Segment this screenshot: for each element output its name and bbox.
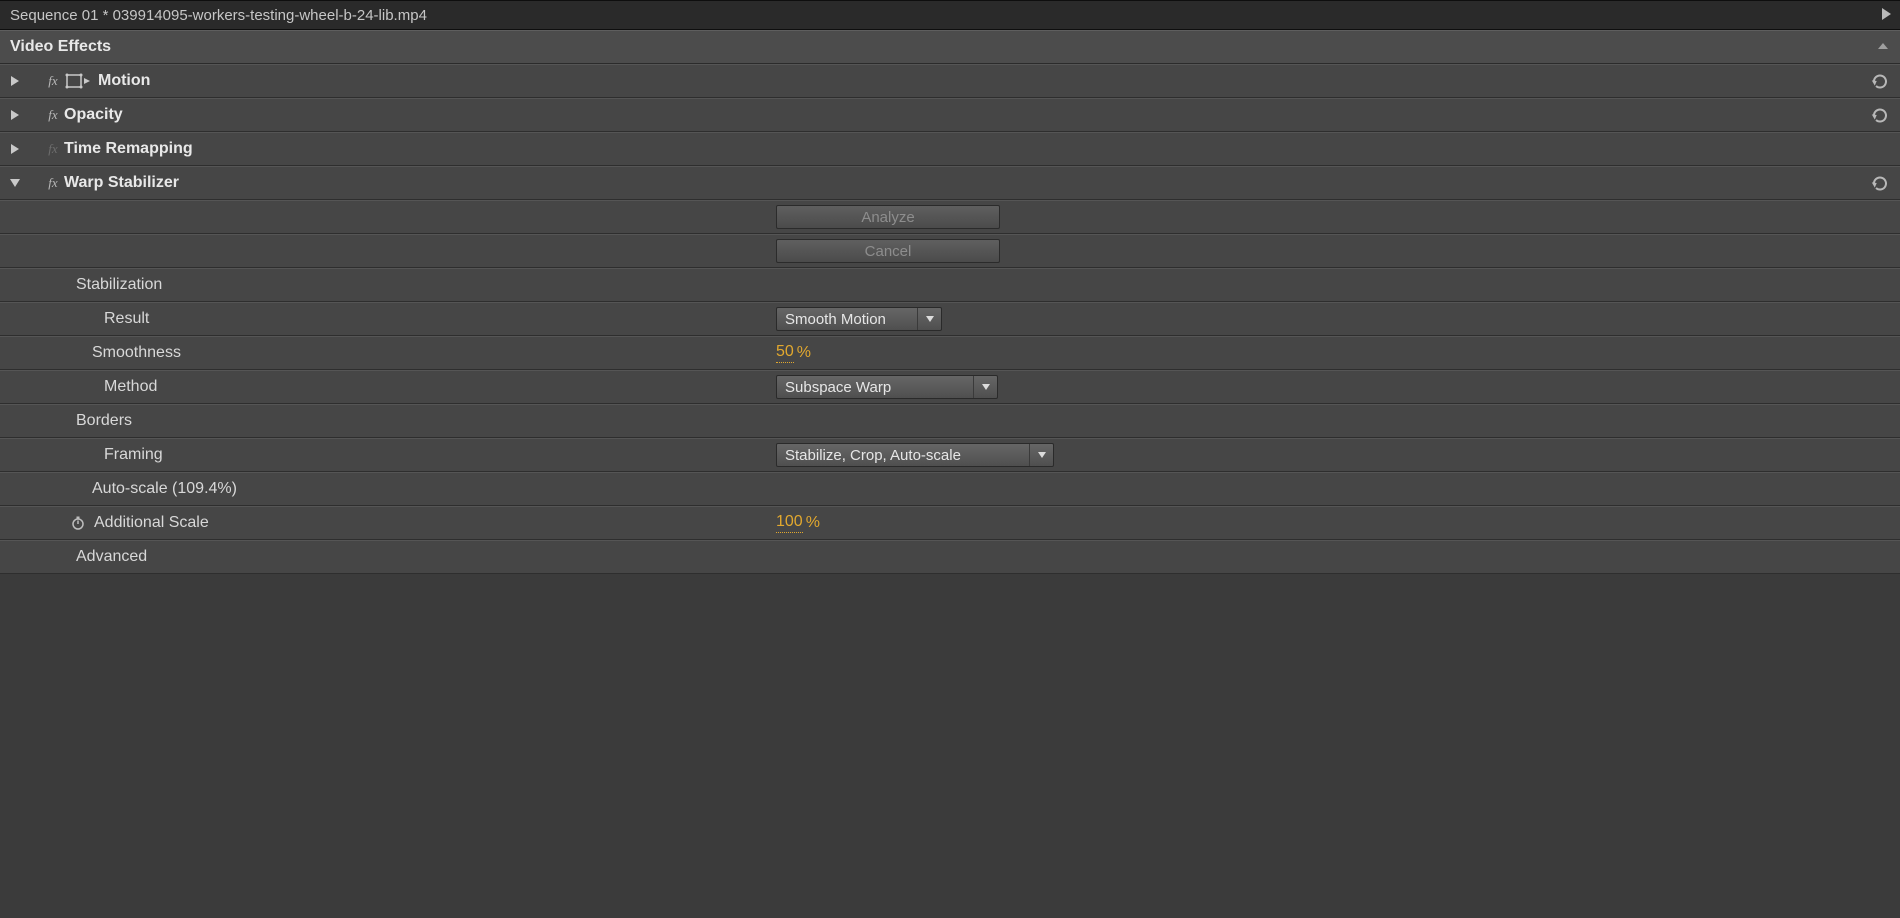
advanced-row[interactable]: Advanced <box>0 540 1900 574</box>
smoothness-row: Smoothness 50 % <box>0 336 1900 370</box>
additional-scale-value[interactable]: 100 <box>776 513 803 533</box>
effect-row-warp-stabilizer[interactable]: fx Warp Stabilizer <box>0 166 1900 200</box>
chevron-down-icon <box>1029 444 1053 466</box>
cancel-row: Cancel <box>0 234 1900 268</box>
framing-dropdown[interactable]: Stabilize, Crop, Auto-scale <box>776 443 1054 467</box>
twirl-right-icon[interactable] <box>6 109 24 121</box>
method-dropdown[interactable]: Subspace Warp <box>776 375 998 399</box>
twirl-right-icon[interactable] <box>6 75 24 87</box>
collapse-up-icon[interactable] <box>1876 39 1890 54</box>
video-effects-header[interactable]: Video Effects <box>0 30 1900 64</box>
chevron-down-icon <box>917 308 941 330</box>
stabilization-label: Stabilization <box>76 276 162 294</box>
effect-row-opacity[interactable]: fx Opacity <box>0 98 1900 132</box>
twirl-down-icon[interactable] <box>6 416 36 426</box>
panel-play-icon[interactable] <box>1880 7 1892 24</box>
advanced-label: Advanced <box>76 548 147 566</box>
time-remapping-label: Time Remapping <box>64 140 193 158</box>
smoothness-label: Smoothness <box>92 344 181 362</box>
result-dropdown[interactable]: Smooth Motion <box>776 307 942 331</box>
analyze-button: Analyze <box>776 205 1000 229</box>
video-effects-label: Video Effects <box>10 38 111 56</box>
warp-stabilizer-label: Warp Stabilizer <box>64 174 179 192</box>
panel-title-bar: Sequence 01 * 039914095-workers-testing-… <box>0 0 1900 30</box>
fx-icon[interactable]: fx <box>42 73 64 89</box>
fx-icon[interactable]: fx <box>42 175 64 191</box>
framing-label: Framing <box>104 446 163 464</box>
twirl-right-icon[interactable] <box>6 347 56 359</box>
reset-icon[interactable] <box>1870 72 1890 92</box>
twirl-down-icon[interactable] <box>6 280 36 290</box>
additional-scale-label: Additional Scale <box>94 514 209 532</box>
framing-row: Framing Stabilize, Crop, Auto-scale <box>0 438 1900 472</box>
cancel-button: Cancel <box>776 239 1000 263</box>
panel-title-text: Sequence 01 * 039914095-workers-testing-… <box>10 7 427 24</box>
effect-row-motion[interactable]: fx Motion <box>0 64 1900 98</box>
borders-group-row[interactable]: Borders <box>0 404 1900 438</box>
additional-scale-unit: % <box>806 514 820 532</box>
twirl-right-icon[interactable] <box>6 143 24 155</box>
analyze-row: Analyze <box>0 200 1900 234</box>
result-label: Result <box>104 310 149 328</box>
fx-icon[interactable]: fx <box>42 107 64 123</box>
result-row: Result Smooth Motion <box>0 302 1900 336</box>
effect-row-time-remapping[interactable]: fx Time Remapping <box>0 132 1900 166</box>
borders-label: Borders <box>76 412 132 430</box>
smoothness-value[interactable]: 50 <box>776 343 794 363</box>
motion-transform-icon[interactable] <box>64 72 94 90</box>
smoothness-unit: % <box>797 344 811 362</box>
chevron-down-icon <box>973 376 997 398</box>
autoscale-row[interactable]: Auto-scale (109.4%) <box>0 472 1900 506</box>
motion-label: Motion <box>98 72 150 90</box>
twirl-down-icon[interactable] <box>6 178 24 188</box>
twirl-right-icon[interactable] <box>6 483 56 495</box>
reset-icon[interactable] <box>1870 174 1890 194</box>
method-label: Method <box>104 378 157 396</box>
twirl-right-icon[interactable] <box>6 517 56 529</box>
additional-scale-row: Additional Scale 100 % <box>0 506 1900 540</box>
method-value: Subspace Warp <box>785 379 891 396</box>
autoscale-label: Auto-scale (109.4%) <box>92 480 237 498</box>
stabilization-group-row[interactable]: Stabilization <box>0 268 1900 302</box>
framing-value: Stabilize, Crop, Auto-scale <box>785 447 961 464</box>
result-value: Smooth Motion <box>785 311 886 328</box>
reset-icon[interactable] <box>1870 106 1890 126</box>
fx-icon[interactable]: fx <box>42 141 64 157</box>
method-row: Method Subspace Warp <box>0 370 1900 404</box>
stopwatch-icon[interactable] <box>68 515 88 531</box>
opacity-label: Opacity <box>64 106 123 124</box>
twirl-right-icon[interactable] <box>6 551 36 563</box>
